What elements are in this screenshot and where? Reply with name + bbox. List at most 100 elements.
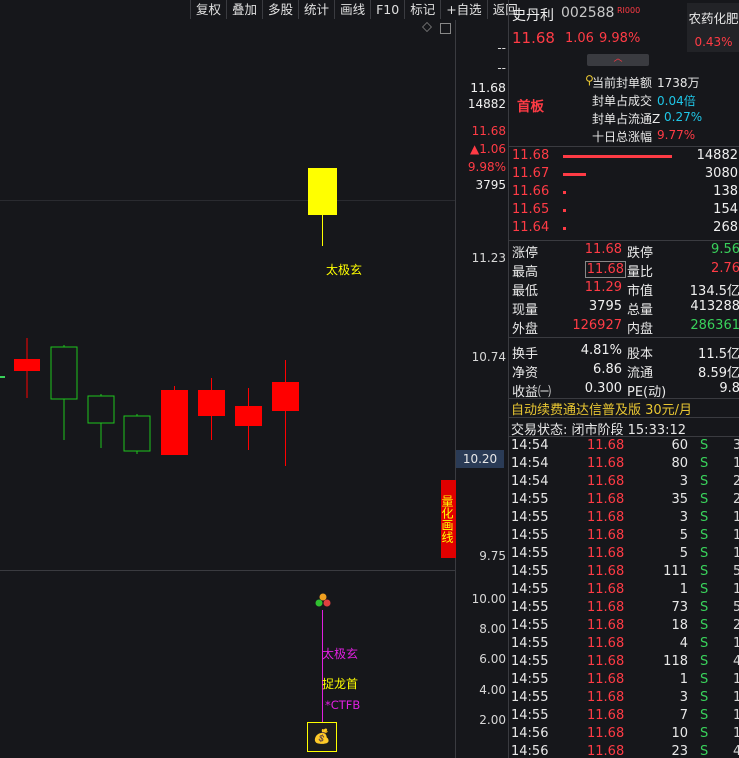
orderbook-row[interactable]: 11.65 154 — [509, 202, 739, 220]
orderbook-price: 11.66 — [512, 184, 550, 199]
tick-row: 14:54 11.68 80 S 1 — [509, 456, 739, 474]
tick-count: 3 — [733, 438, 739, 453]
tick-row: 14:55 11.68 3 S 1 — [509, 690, 739, 708]
rating-badge: RI000 — [617, 6, 641, 15]
tick-time: 14:55 — [511, 510, 549, 525]
tick-row: 14:55 11.68 4 S 1 — [509, 636, 739, 654]
tick-price: 11.68 — [587, 600, 625, 615]
orderbook-price: 11.65 — [512, 202, 550, 217]
quote-label: 内盘 — [627, 322, 654, 337]
axis-placeholder: -- — [497, 41, 506, 55]
quote-row: 外盘 126927 内盘 286361 — [509, 318, 739, 337]
tick-time: 14:55 — [511, 618, 549, 633]
orderbook-row[interactable]: 11.68 14882 — [509, 148, 739, 166]
quote-value: 413288 — [690, 299, 739, 314]
tick-volume: 35 — [671, 492, 688, 507]
promo-link[interactable]: 自动续费通达信普及版 30元/月 — [511, 399, 692, 418]
order-book: 11.68 14882 11.67 3080 11.66 138 11.65 154 11.64… — [509, 148, 739, 240]
quote-row: 换手 4.81% 股本 11.5亿 — [509, 343, 739, 362]
quote-table: 涨停 11.68 跌停 9.56 最高 11.68 量比 2.76 最低 11.29 市值 134.5… — [509, 241, 739, 400]
current-price-label: 11.68 — [470, 80, 506, 95]
tick-time: 14:55 — [511, 708, 549, 723]
orderbook-price: 11.64 — [512, 220, 550, 235]
sector-name: 农药化肥 — [688, 11, 739, 26]
tick-row: 14:55 11.68 73 S 5 — [509, 600, 739, 618]
orderbook-bar — [563, 155, 672, 158]
tick-side: S — [700, 600, 709, 615]
tick-time: 14:55 — [511, 654, 549, 669]
indicator-tick: 8.00 — [479, 622, 506, 636]
tick-count: 1 — [733, 510, 739, 525]
orderbook-row[interactable]: 11.67 3080 — [509, 166, 739, 184]
tick-count: 1 — [733, 636, 739, 651]
toolbar-button[interactable]: 复权 — [190, 0, 226, 19]
axis-placeholder: -- — [497, 61, 506, 75]
tick-side: S — [700, 474, 709, 489]
orderbook-row[interactable]: 11.64 268 — [509, 220, 739, 238]
separator — [509, 337, 739, 338]
tick-side: S — [700, 690, 709, 705]
kline-chart[interactable]: 太极玄 量化画线 太极玄 捉龙首 *CTFB 💰 — [0, 20, 456, 758]
price-tick: 11.23 — [471, 251, 506, 265]
tick-volume: 1 — [679, 582, 688, 597]
tick-price: 11.68 — [587, 546, 625, 561]
tick-row: 14:54 11.68 3 S 2 — [509, 474, 739, 492]
indicator-tick: 4.00 — [479, 683, 506, 697]
tick-side: S — [700, 618, 709, 633]
quant-draw-label[interactable]: 量化画线 — [440, 480, 456, 558]
quote-label: 外盘 — [512, 322, 539, 337]
tick-price: 11.68 — [587, 474, 625, 489]
quote-value: 11.5亿 — [698, 347, 739, 362]
tick-price: 11.68 — [587, 492, 625, 507]
tick-time: 14:55 — [511, 546, 549, 561]
separator — [509, 436, 739, 437]
tick-time: 14:55 — [511, 528, 549, 543]
tick-price: 11.68 — [587, 528, 625, 543]
tick-volume: 4 — [679, 636, 688, 651]
orderbook-volume: 154 — [713, 202, 738, 217]
tick-row: 14:56 11.68 10 S 1 — [509, 726, 739, 744]
separator — [509, 417, 739, 418]
tick-row: 14:55 11.68 3 S 1 — [509, 510, 739, 528]
flower-icon — [315, 593, 331, 613]
tick-count: 1 — [733, 582, 739, 597]
seal-label: 十日总涨幅 — [592, 130, 653, 144]
toolbar-button[interactable]: 叠加 — [226, 0, 262, 19]
annotation-taijixuan: 太极玄 — [326, 263, 363, 277]
seal-value: 0.04倍 — [657, 94, 696, 108]
tick-count: 1 — [733, 456, 739, 471]
tick-count: 1 — [733, 672, 739, 687]
quote-row: 净资 6.86 流通 8.59亿 — [509, 362, 739, 381]
tick-price: 11.68 — [587, 636, 625, 651]
quote-value: 8.59亿 — [698, 366, 739, 381]
first-board-tag: 首板 — [517, 99, 544, 115]
quote-value: 6.86 — [593, 362, 622, 377]
toolbar-button[interactable]: 统计 — [298, 0, 334, 19]
tick-volume: 118 — [663, 654, 688, 669]
price-axis: -- -- 11.68 14882 11.68 ▲1.06 9.98% 3795… — [456, 20, 508, 758]
tick-side: S — [700, 492, 709, 507]
quote-label: 现量 — [512, 303, 539, 318]
candle-body — [50, 346, 78, 400]
toolbar-button[interactable]: 标记 — [404, 0, 440, 19]
money-bag-icon[interactable]: 💰 — [307, 722, 337, 752]
toolbar-button[interactable]: F10 — [370, 0, 404, 19]
toolbar-button[interactable]: 多股 — [262, 0, 298, 19]
tick-price: 11.68 — [587, 438, 625, 453]
orderbook-row[interactable]: 11.66 138 — [509, 184, 739, 202]
toolbar-button[interactable]: +自选 — [440, 0, 486, 19]
orderbook-volume: 268 — [713, 220, 738, 235]
tick-volume: 10 — [671, 726, 688, 741]
quote-value: 0.300 — [584, 381, 622, 396]
tick-row: 14:55 11.68 7 S 1 — [509, 708, 739, 726]
sector-box[interactable]: 农药化肥 0.43% — [687, 3, 739, 52]
collapse-toggle[interactable]: ︿ — [587, 54, 649, 66]
stock-pct: 9.98% — [599, 31, 641, 46]
tick-price: 11.68 — [587, 672, 625, 687]
candle-body — [272, 382, 299, 411]
seal-label: 封单占流通Z — [592, 112, 661, 126]
toolbar-button[interactable]: 画线 — [334, 0, 370, 19]
orderbook-bar — [563, 209, 566, 212]
orderbook-bar — [563, 227, 566, 230]
tick-count: 1 — [733, 546, 739, 561]
